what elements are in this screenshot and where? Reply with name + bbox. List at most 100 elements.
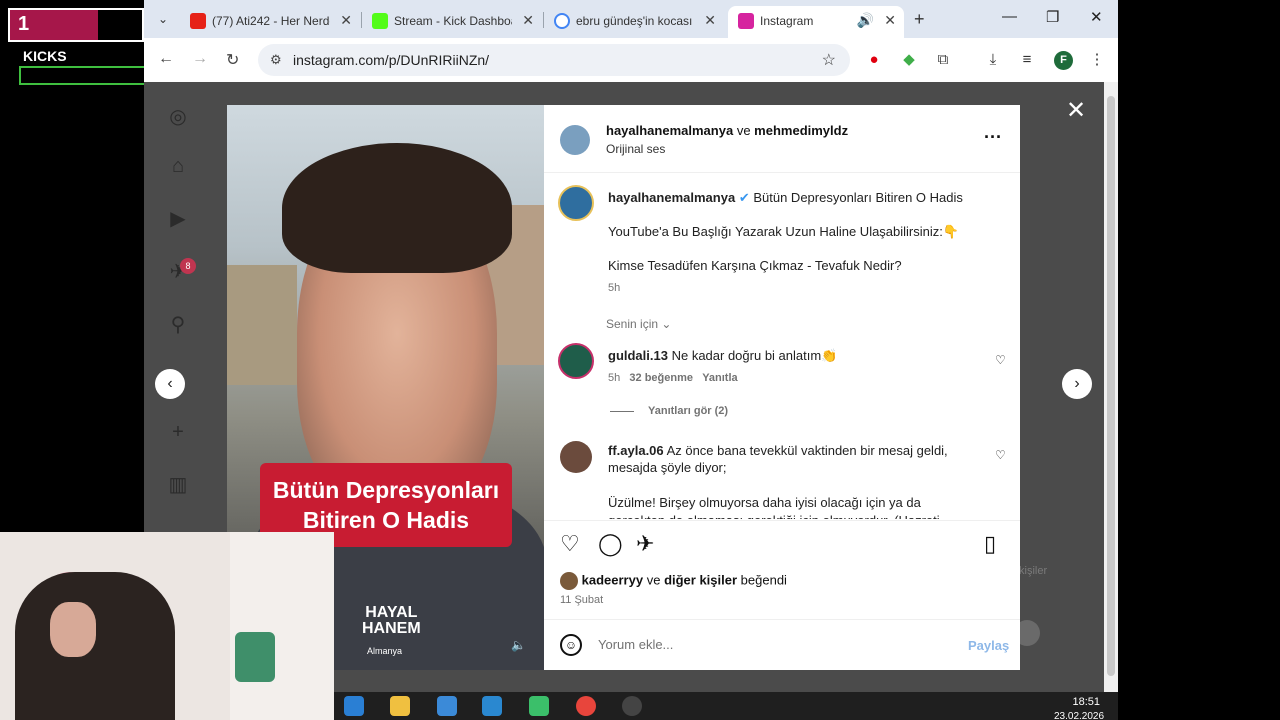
reply-button[interactable]: Yanıtla — [702, 372, 737, 384]
close-tab-icon[interactable]: ✕ — [522, 12, 534, 29]
next-post-button[interactable]: › — [1062, 369, 1092, 399]
tab-kick[interactable]: Stream - Kick Dashboard ✕ — [362, 6, 542, 38]
clock-date[interactable]: 23.02.2026 — [1054, 711, 1104, 720]
bookmark-star-icon[interactable]: ☆ — [822, 50, 836, 70]
comment-body: Üzülme! Birşey olmuyorsa daha iyisi olac… — [608, 495, 921, 510]
close-tab-icon[interactable]: ✕ — [704, 12, 716, 29]
insights-icon[interactable]: ▥ — [166, 473, 190, 497]
window-close-icon[interactable]: ✕ — [1090, 8, 1103, 26]
comment-likes[interactable]: 32 beğenme — [629, 372, 693, 384]
verified-icon: ✔ — [738, 190, 750, 205]
volume-icon[interactable]: 🔈 — [511, 638, 526, 652]
restore-icon[interactable]: ❐ — [1046, 8, 1059, 26]
search-icon[interactable]: ⚲ — [166, 313, 190, 337]
clock-time[interactable]: 18:51 — [1060, 696, 1100, 708]
streamer — [15, 572, 175, 720]
close-tab-icon[interactable]: ✕ — [884, 12, 896, 29]
tab-title: ebru gündeş'in kocası — [576, 14, 693, 28]
streamer-face — [50, 602, 96, 657]
close-post-icon[interactable]: ✕ — [1066, 96, 1086, 125]
author-connector: ve — [736, 123, 751, 138]
liker-avatar[interactable] — [560, 572, 578, 590]
author-avatar[interactable] — [560, 125, 590, 155]
tab-search-icon[interactable]: ⌄ — [152, 8, 174, 30]
kick-icon — [372, 13, 388, 29]
comment-input[interactable] — [598, 637, 938, 652]
edge-icon[interactable] — [344, 696, 364, 716]
create-icon[interactable]: + — [166, 420, 190, 444]
address-bar[interactable]: ⚙ instagram.com/p/DUnRIRiiNZn/ ☆ — [258, 44, 850, 76]
like-comment-icon[interactable]: ♡ — [995, 353, 1006, 367]
instagram-icon — [738, 13, 754, 29]
store-icon[interactable] — [437, 696, 457, 716]
channel-logo: HAYAL HANEM — [362, 605, 421, 637]
instagram-logo-icon[interactable]: ◎ — [166, 105, 190, 129]
obs-icon[interactable] — [622, 696, 642, 716]
back-icon[interactable]: ← — [158, 50, 174, 68]
site-info-icon[interactable]: ⚙ — [270, 52, 282, 68]
forward-icon[interactable]: → — [192, 50, 208, 68]
menu-icon[interactable]: ⋮ — [1088, 51, 1106, 69]
comment-icon[interactable]: ◯ — [598, 531, 623, 557]
plant — [235, 632, 275, 682]
page-scrollbar[interactable] — [1104, 82, 1118, 692]
notification-badge: 8 — [180, 258, 196, 274]
background-building — [227, 265, 297, 385]
post-authors: hayalhanemalmanya ve mehmedimyldz — [606, 123, 848, 138]
close-tab-icon[interactable]: ✕ — [340, 12, 352, 29]
like-icon[interactable]: ♡ — [560, 531, 580, 557]
like-comment-icon[interactable]: ♡ — [995, 448, 1006, 462]
home-icon[interactable]: ⌂ — [166, 154, 190, 178]
comment-user[interactable]: ff.ayla.06 — [608, 443, 664, 458]
file-explorer-icon[interactable] — [390, 696, 410, 716]
wall — [230, 532, 334, 720]
commenter-avatar[interactable] — [560, 441, 592, 473]
post-comment-button[interactable]: Paylaş — [968, 638, 1009, 653]
author-link[interactable]: hayalhanemalmanya — [606, 123, 733, 138]
logo-line: HANEM — [362, 620, 421, 637]
more-options-icon[interactable]: ··· — [984, 127, 1002, 148]
caption-author-avatar[interactable] — [558, 185, 594, 221]
right-black-area — [1118, 0, 1280, 720]
liker-user[interactable]: kadeerryy — [582, 572, 643, 587]
audio-label[interactable]: Orijinal ses — [606, 142, 665, 156]
kicks-progress-bar — [19, 66, 146, 85]
comment-time: 5h — [608, 372, 621, 384]
profile-avatar[interactable]: F — [1054, 51, 1073, 70]
caption-line: Bitiren O Hadis — [302, 507, 470, 533]
opera-extension-icon[interactable]: ● — [865, 51, 883, 69]
emoji-icon[interactable]: ☺ — [560, 634, 582, 656]
comment-compose: ☺ Paylaş — [544, 619, 1020, 671]
minimize-icon[interactable]: — — [1002, 8, 1017, 25]
liked-connector: ve — [646, 572, 661, 588]
view-replies-button[interactable]: Yanıtları gör (2) — [610, 405, 728, 417]
app-icon[interactable] — [529, 696, 549, 716]
share-icon[interactable]: ✈ — [636, 531, 654, 557]
browser-toolbar: ← → ↻ ⚙ instagram.com/p/DUnRIRiiNZn/ ☆ ●… — [144, 38, 1118, 82]
download-icon[interactable]: ⤓ — [984, 51, 1002, 69]
tab-instagram[interactable]: Instagram 🔊 ✕ — [728, 6, 904, 38]
tab-google[interactable]: ebru gündeş'in kocası ✕ — [544, 6, 724, 38]
save-icon[interactable]: ▯ — [984, 531, 996, 557]
post-header: hayalhanemalmanya ve mehmedimyldz Orijin… — [544, 105, 1020, 173]
reels-icon[interactable]: ▶ — [166, 207, 190, 231]
comment-body: mesajda şöyle diyor; — [608, 460, 727, 475]
media-control-icon[interactable]: ≡ — [1018, 51, 1036, 69]
chrome-icon[interactable] — [576, 696, 596, 716]
comment-user[interactable]: guldali.13 — [608, 348, 668, 363]
shield-extension-icon[interactable]: ◆ — [900, 51, 918, 69]
mail-icon[interactable] — [482, 696, 502, 716]
scrollbar-thumb[interactable] — [1107, 96, 1115, 676]
reload-icon[interactable]: ↻ — [226, 50, 239, 70]
tab-youtube[interactable]: (77) Ati242 - Her Nerde ✕ — [180, 6, 360, 38]
liked-others-link[interactable]: diğer kişiler — [664, 572, 737, 587]
new-tab-button[interactable]: + — [914, 9, 925, 30]
previous-post-button[interactable]: ‹ — [155, 369, 185, 399]
speaker-icon[interactable]: 🔊 — [857, 12, 874, 29]
coauthor-link[interactable]: mehmedimyldz — [754, 123, 848, 138]
caption-line: Bütün Depresyonları — [272, 477, 500, 503]
sort-comments-dropdown[interactable]: Senin için ⌄ — [606, 317, 671, 331]
extensions-icon[interactable]: ⧉ — [934, 51, 952, 69]
caption-author[interactable]: hayalhanemalmanya — [608, 190, 735, 205]
commenter-avatar[interactable] — [558, 343, 594, 379]
